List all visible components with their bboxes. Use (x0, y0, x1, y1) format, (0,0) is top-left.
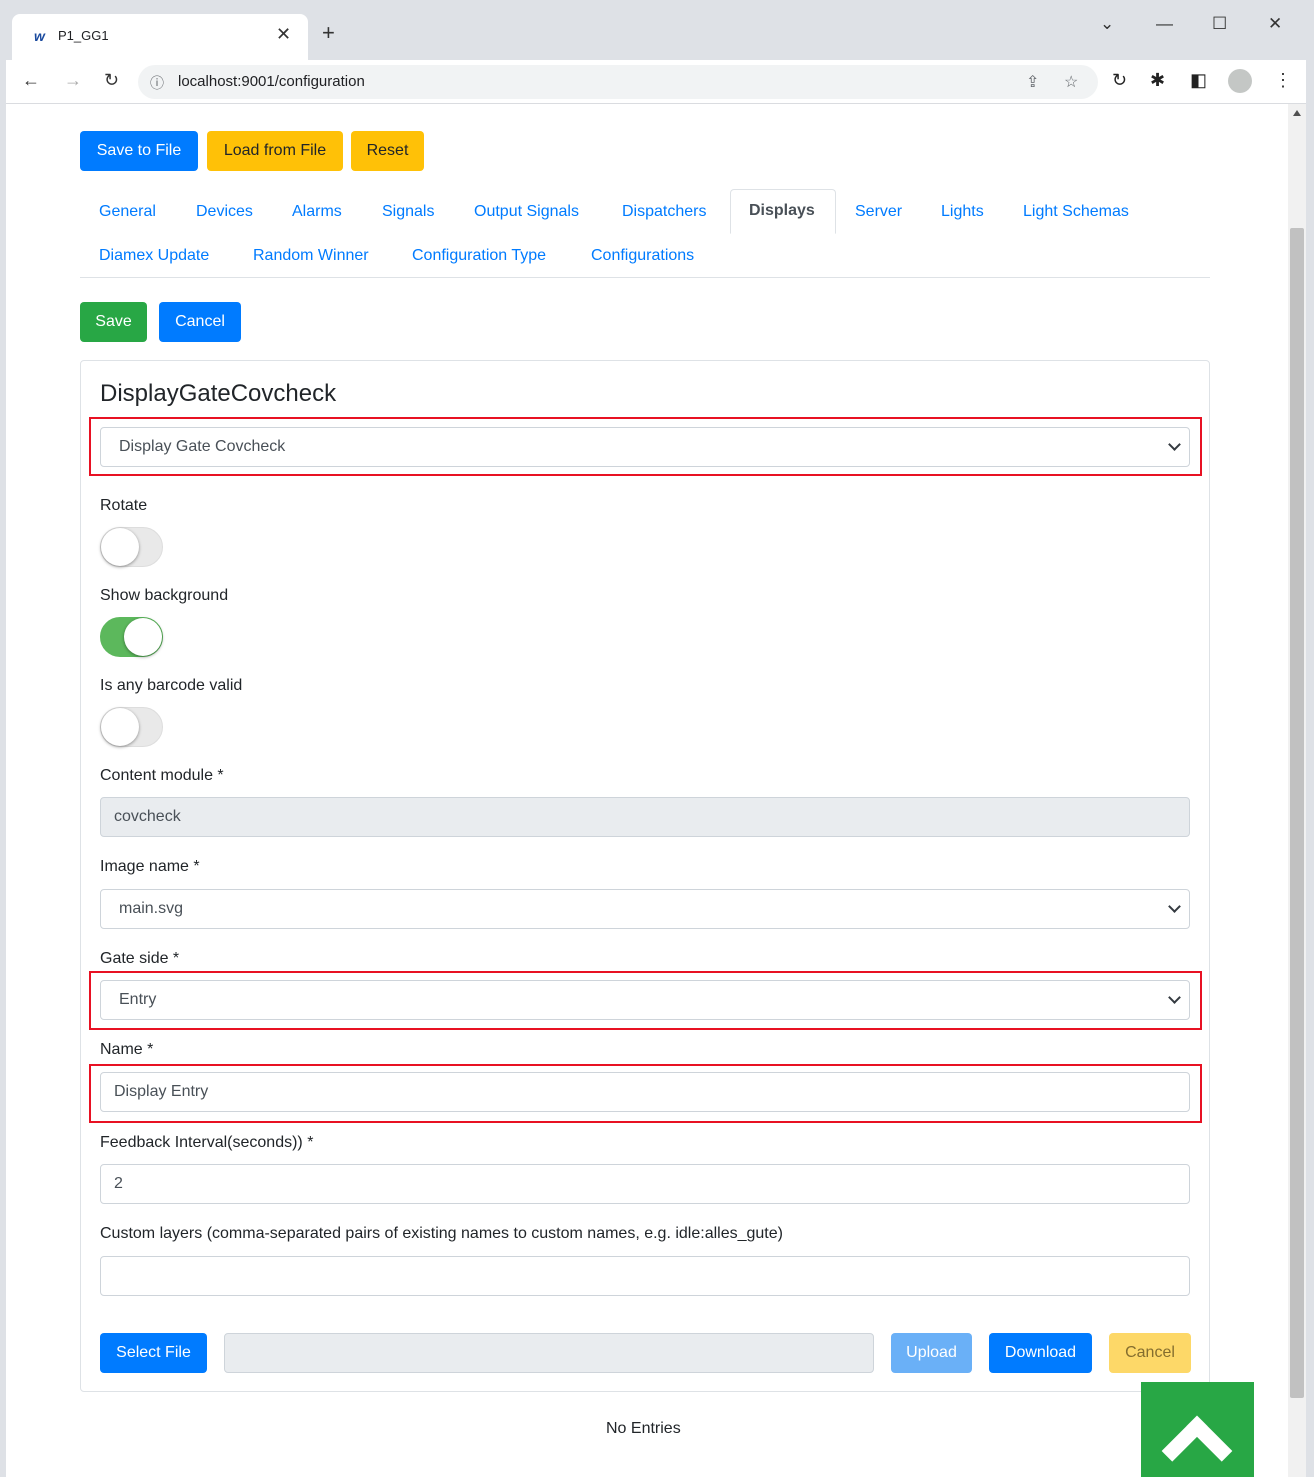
app-favicon-icon: w (34, 28, 45, 44)
highlight-box (89, 971, 1202, 1030)
new-tab-icon[interactable]: + (322, 22, 335, 44)
window-frame-left (0, 60, 6, 1477)
nav-divider (80, 277, 1210, 278)
any-barcode-label: Is any barcode valid (100, 677, 243, 694)
card-title: DisplayGateCovcheck (100, 380, 337, 407)
tab-displays[interactable]: Displays (730, 189, 836, 234)
browser-toolbar: ← → ↻ ⓘ localhost:9001/configuration ⇪ ☆… (0, 60, 1314, 104)
tab-alarms[interactable]: Alarms (292, 203, 342, 221)
download-button[interactable]: Download (989, 1333, 1092, 1373)
toggle-knob (101, 708, 139, 746)
load-from-file-button[interactable]: Load from File (207, 131, 343, 171)
image-name-select[interactable]: main.svg (100, 889, 1190, 929)
maximize-icon[interactable]: ☐ (1212, 14, 1227, 34)
feedback-interval-label: Feedback Interval(seconds)) * (100, 1134, 314, 1151)
file-cancel-button[interactable]: Cancel (1109, 1333, 1191, 1373)
bookmark-star-icon[interactable]: ☆ (1064, 72, 1078, 92)
tab-light-schemas[interactable]: Light Schemas (1023, 203, 1129, 221)
url-text: localhost:9001/configuration (178, 73, 365, 90)
select-file-button[interactable]: Select File (100, 1333, 207, 1373)
show-background-toggle[interactable] (100, 617, 163, 657)
custom-layers-input[interactable] (100, 1256, 1190, 1296)
tab-configuration-type[interactable]: Configuration Type (412, 247, 546, 265)
content-module-value: covcheck (114, 808, 181, 825)
page-scrollbar[interactable] (1288, 104, 1306, 1477)
tab-server[interactable]: Server (855, 203, 902, 221)
minimize-icon[interactable]: — (1156, 14, 1173, 34)
cancel-button[interactable]: Cancel (159, 302, 241, 342)
tab-displays-label: Displays (749, 202, 815, 219)
file-name-field (224, 1333, 874, 1373)
browser-tabstrip: w P1_GG1 ✕ + ⌄ — ☐ ✕ (0, 0, 1314, 60)
tab-configurations[interactable]: Configurations (591, 247, 694, 265)
forward-icon[interactable]: → (64, 70, 82, 91)
browser-tab[interactable]: w P1_GG1 ✕ (12, 14, 308, 60)
save-button[interactable]: Save (80, 302, 147, 342)
content-module-field: covcheck (100, 797, 1190, 837)
site-info-icon[interactable]: ⓘ (150, 73, 164, 93)
side-panel-icon[interactable]: ◧ (1190, 70, 1207, 91)
highlight-box (89, 1064, 1202, 1123)
upload-button[interactable]: Upload (891, 1333, 972, 1373)
tab-signals[interactable]: Signals (382, 203, 434, 221)
show-background-label: Show background (100, 587, 229, 604)
chevron-up-icon (1161, 1415, 1233, 1477)
feedback-interval-input[interactable]: 2 (100, 1164, 1190, 1204)
feedback-interval-value: 2 (114, 1175, 123, 1192)
tab-devices[interactable]: Devices (196, 203, 253, 221)
address-bar[interactable]: ⓘ localhost:9001/configuration ⇪ ☆ (138, 65, 1098, 99)
tab-search-icon[interactable]: ⌄ (1100, 14, 1114, 34)
tab-diamex-update[interactable]: Diamex Update (99, 247, 209, 265)
rotate-toggle[interactable] (100, 527, 163, 567)
reset-button[interactable]: Reset (351, 131, 424, 171)
scrollbar-thumb[interactable] (1290, 228, 1304, 1398)
custom-layers-label: Custom layers (comma-separated pairs of … (100, 1225, 783, 1242)
extensions-puzzle-icon[interactable]: ✱ (1150, 70, 1165, 91)
browser-tab-title: P1_GG1 (58, 28, 109, 43)
toggle-knob (101, 528, 139, 566)
profile-avatar-icon[interactable] (1228, 69, 1252, 93)
tab-lights[interactable]: Lights (941, 203, 984, 221)
chevron-down-icon (1168, 900, 1181, 913)
back-icon[interactable]: ← (22, 70, 40, 91)
toggle-knob (124, 618, 162, 656)
tab-close-icon[interactable]: ✕ (276, 24, 291, 45)
reload-icon[interactable]: ↻ (104, 70, 119, 91)
save-to-file-button[interactable]: Save to File (80, 131, 198, 171)
extension-sync-icon[interactable]: ↻ (1112, 70, 1127, 91)
tab-general[interactable]: General (99, 203, 156, 221)
gate-side-label: Gate side * (100, 950, 180, 967)
highlight-box (89, 417, 1202, 476)
window-frame-right (1306, 60, 1314, 1477)
rotate-label: Rotate (100, 497, 148, 514)
tab-dispatchers[interactable]: Dispatchers (622, 203, 706, 221)
name-label: Name * (100, 1041, 154, 1058)
any-barcode-toggle[interactable] (100, 707, 163, 747)
no-entries-text: No Entries (606, 1420, 681, 1437)
image-name-label: Image name * (100, 858, 200, 875)
scroll-to-top-button[interactable] (1141, 1382, 1254, 1477)
tab-output-signals[interactable]: Output Signals (474, 203, 579, 221)
content-module-label: Content module * (100, 767, 224, 784)
image-name-value: main.svg (119, 900, 184, 917)
share-icon[interactable]: ⇪ (1026, 72, 1039, 92)
menu-kebab-icon[interactable]: ⋮ (1274, 70, 1292, 91)
scroll-up-icon[interactable] (1293, 110, 1301, 116)
tab-random-winner[interactable]: Random Winner (253, 247, 369, 265)
window-close-icon[interactable]: ✕ (1268, 14, 1282, 34)
